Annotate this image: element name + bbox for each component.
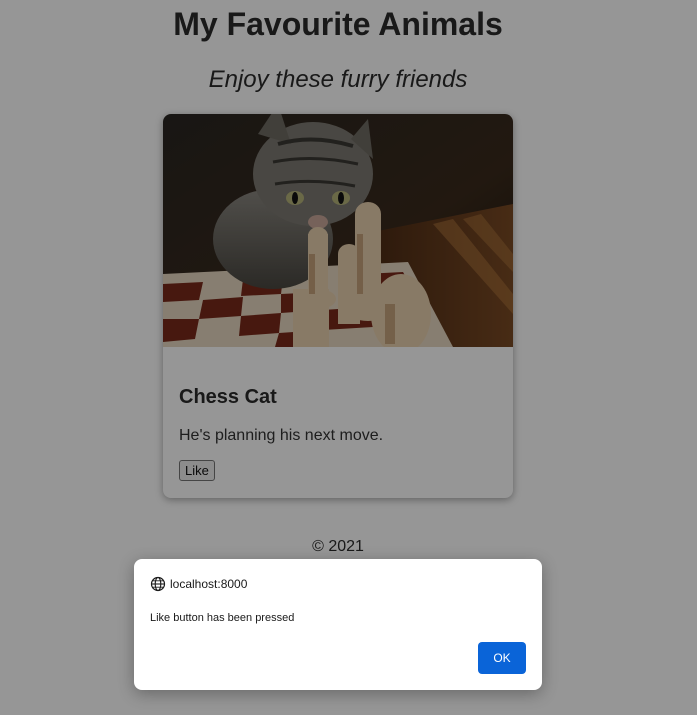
globe-icon (150, 576, 166, 592)
dialog-origin: localhost:8000 (170, 577, 248, 591)
alert-dialog: localhost:8000 Like button has been pres… (134, 559, 542, 690)
dialog-header: localhost:8000 (150, 575, 247, 593)
ok-button[interactable]: OK (478, 642, 526, 674)
dialog-message: Like button has been pressed (150, 612, 295, 624)
